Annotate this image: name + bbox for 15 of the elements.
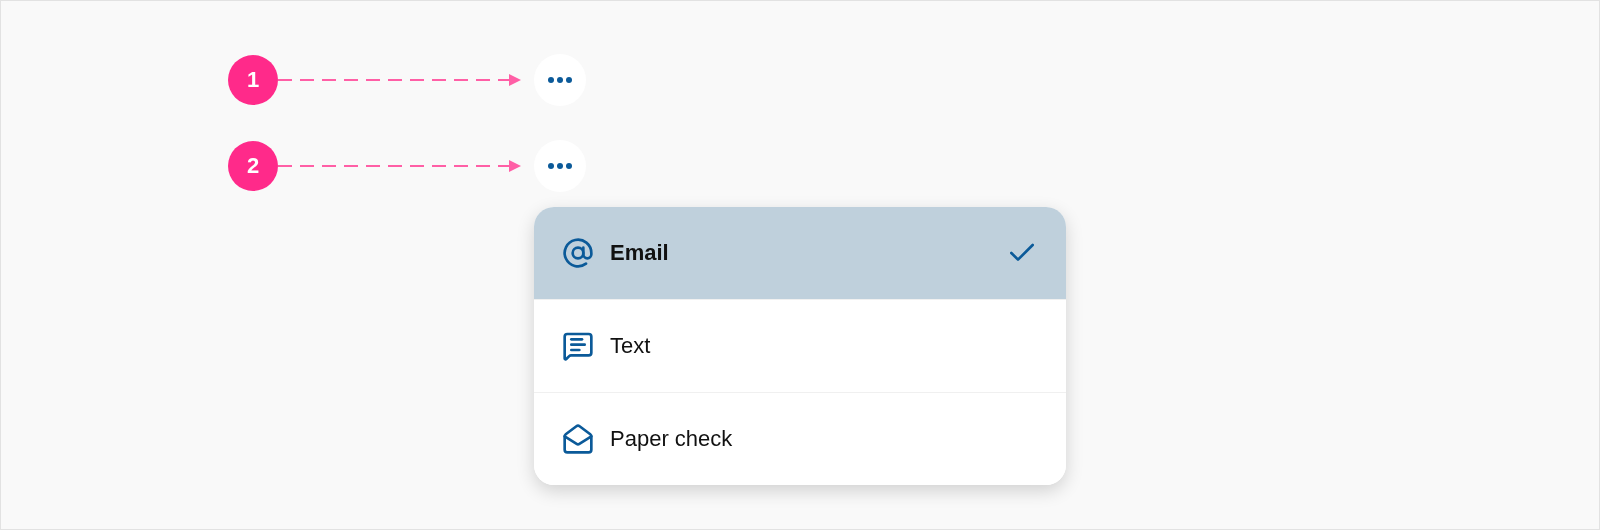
callout-marker: 2 — [228, 141, 278, 191]
envelope-icon — [562, 423, 594, 455]
callout-marker: 1 — [228, 55, 278, 105]
more-icon — [548, 77, 572, 83]
menu-item-label: Paper check — [610, 426, 734, 452]
more-icon — [548, 163, 572, 169]
menu-item[interactable]: Text — [534, 299, 1066, 392]
menu-item[interactable]: Paper check — [534, 392, 1066, 485]
more-button[interactable] — [534, 54, 586, 106]
at-sign-icon — [562, 237, 594, 269]
menu-item[interactable]: Email — [534, 207, 1066, 299]
menu-item-label: Email — [610, 240, 670, 266]
menu-item-label: Text — [610, 333, 652, 359]
message-icon — [562, 330, 594, 362]
more-button[interactable] — [534, 140, 586, 192]
